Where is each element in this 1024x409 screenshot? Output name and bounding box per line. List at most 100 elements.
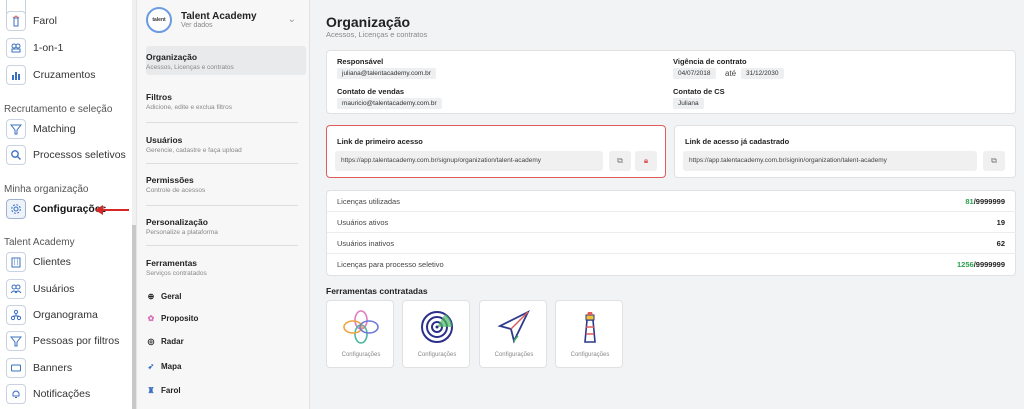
license-row: Usuários inativos 62 xyxy=(327,233,1017,254)
nav-item-configuracoes[interactable]: Configurações xyxy=(6,198,107,220)
nav-item-banners[interactable]: Banners xyxy=(6,357,72,379)
chevron-down-icon[interactable]: ⌄ xyxy=(288,14,296,25)
settings-panel: talent Talent Academy Ver dados ⌄ Organi… xyxy=(138,0,310,409)
first-access-card: Link de primeiro acesso https://app.tale… xyxy=(326,125,666,178)
tools-section-title: Ferramentas contratadas xyxy=(326,286,428,296)
tool-label: Radar xyxy=(161,336,184,346)
people-icon xyxy=(6,38,26,58)
menu-organizacao[interactable]: Organização Acessos, Licenças e contrato… xyxy=(146,46,306,75)
cs-label: Contato de CS xyxy=(673,87,725,96)
tool-farol[interactable]: ♜ Farol xyxy=(146,382,181,398)
menu-subtitle: Gerencie, cadastre e faça upload xyxy=(146,147,242,154)
lighthouse-icon xyxy=(571,309,609,345)
flower-icon xyxy=(342,309,380,345)
vendas-value: mauricio@talentacademy.com.br xyxy=(337,98,442,109)
sidebar-scrollbar[interactable] xyxy=(132,0,136,409)
nav-item-label: Banners xyxy=(33,362,73,374)
org-selector[interactable]: talent Talent Academy Ver dados ⌄ xyxy=(146,4,306,36)
vigencia-label: Vigência de contrato xyxy=(673,57,747,66)
menu-title: Ferramentas xyxy=(146,258,198,268)
tool-geral[interactable]: ⊕ Geral xyxy=(146,288,182,304)
registered-access-url[interactable]: https://app.talentacademy.com.br/signin/… xyxy=(683,151,977,171)
menu-usuarios[interactable]: Usuários Gerencie, cadastre e faça uploa… xyxy=(146,135,306,154)
page-title: Organização xyxy=(326,14,411,30)
funnel-icon xyxy=(6,119,26,139)
tool-card-label: Configurações xyxy=(494,352,534,358)
license-value: 81/9999999 xyxy=(965,197,1005,206)
vendas-label: Contato de vendas xyxy=(337,87,405,96)
nav-item-label: Cruzamentos xyxy=(33,69,96,81)
nav-item-clientes[interactable]: Clientes xyxy=(6,251,71,273)
nav-item-label: Processos seletivos xyxy=(33,149,126,161)
radar-icon: ◎ xyxy=(147,336,155,346)
license-value: 1256/9999999 xyxy=(957,260,1005,269)
nav-item-farol[interactable]: Farol xyxy=(6,10,57,32)
org-name: Talent Academy xyxy=(181,11,257,22)
nav-item-label: Clientes xyxy=(33,256,71,268)
license-label: Licenças para processo seletivo xyxy=(337,260,444,269)
nav-item-label: Farol xyxy=(33,15,57,27)
nav-item-matching[interactable]: Matching xyxy=(6,118,76,140)
nav-item-processos[interactable]: Processos seletivos xyxy=(6,144,126,166)
nav-item-usuarios[interactable]: Usuários xyxy=(6,278,74,300)
registered-access-card: Link de acesso já cadastrado https://app… xyxy=(674,125,1016,178)
nav-item-1on1[interactable]: 1-on-1 xyxy=(6,37,63,59)
section-recrutamento: Recrutamento e seleção xyxy=(4,104,113,115)
license-value: 62 xyxy=(996,239,1005,248)
tool-card-proposito[interactable]: Configurações xyxy=(326,300,394,368)
org-view-data-link[interactable]: Ver dados xyxy=(181,22,257,29)
gear-icon xyxy=(6,199,26,219)
vigencia-end: 31/12/2030 xyxy=(741,68,784,79)
lock-icon[interactable]: 🔒︎ xyxy=(635,151,657,171)
nav-item-notificacoes[interactable]: Notificações xyxy=(6,383,90,405)
first-access-url[interactable]: https://app.talentacademy.com.br/signup/… xyxy=(335,151,603,171)
annotation-arrow-configuracoes xyxy=(95,205,129,215)
copy-icon[interactable]: ⧉ xyxy=(609,151,631,171)
license-row: Usuários ativos 19 xyxy=(327,212,1017,233)
tool-label: Geral xyxy=(161,291,182,301)
tool-card-radar[interactable]: Configurações xyxy=(402,300,470,368)
divider xyxy=(146,245,298,246)
tool-card-farol[interactable]: Configurações xyxy=(555,300,623,368)
tool-card-label: Configurações xyxy=(417,352,457,358)
menu-personalizacao[interactable]: Personalização Personalize a plataforma xyxy=(146,217,306,236)
tool-card-mapa[interactable]: Configurações xyxy=(479,300,547,368)
menu-title: Filtros xyxy=(146,92,172,102)
menu-permissoes[interactable]: Permissões Controle de acessos xyxy=(146,175,306,194)
chart-icon xyxy=(6,65,26,85)
license-label: Usuários inativos xyxy=(337,239,395,248)
first-access-label: Link de primeiro acesso xyxy=(337,137,423,146)
nav-item-pessoas-filtros[interactable]: Pessoas por filtros xyxy=(6,330,119,352)
nav-item-cruzamentos[interactable]: Cruzamentos xyxy=(6,64,95,86)
menu-ferramentas[interactable]: Ferramentas Serviços contratados xyxy=(146,258,306,277)
tool-proposito[interactable]: ✿ Proposito xyxy=(146,310,199,326)
tool-label: Farol xyxy=(161,385,181,395)
divider xyxy=(146,122,298,123)
registered-access-label: Link de acesso já cadastrado xyxy=(685,137,790,146)
divider xyxy=(146,163,298,164)
building-icon xyxy=(6,252,26,272)
nav-item-organograma[interactable]: Organograma xyxy=(6,304,98,326)
menu-filtros[interactable]: Filtros Adicione, edite e exclua filtros xyxy=(146,92,306,111)
copy-icon[interactable]: ⧉ xyxy=(983,151,1005,171)
responsavel-value: juliana@talentacademy.com.br xyxy=(337,68,436,79)
banner-icon xyxy=(6,358,26,378)
nav-item-label: Notificações xyxy=(33,388,91,400)
nav-item-label: Pessoas por filtros xyxy=(33,335,120,347)
scrollbar-thumb[interactable] xyxy=(132,225,136,409)
radar-icon xyxy=(418,309,456,345)
menu-title: Organização xyxy=(146,52,198,62)
tool-radar[interactable]: ◎ Radar xyxy=(146,333,184,349)
license-label: Licenças utilizadas xyxy=(337,197,400,206)
cs-value: Juliana xyxy=(673,98,704,109)
menu-title: Personalização xyxy=(146,217,208,227)
tool-label: Mapa xyxy=(161,361,182,371)
flower-icon: ✿ xyxy=(147,313,155,323)
filter-icon xyxy=(6,331,26,351)
license-value: 19 xyxy=(996,218,1005,227)
tool-mapa[interactable]: ➶ Mapa xyxy=(146,358,182,374)
menu-title: Permissões xyxy=(146,175,194,185)
nav-item-label: Matching xyxy=(33,123,76,135)
paper-plane-icon xyxy=(495,309,533,345)
section-talent-academy: Talent Academy xyxy=(4,237,75,248)
